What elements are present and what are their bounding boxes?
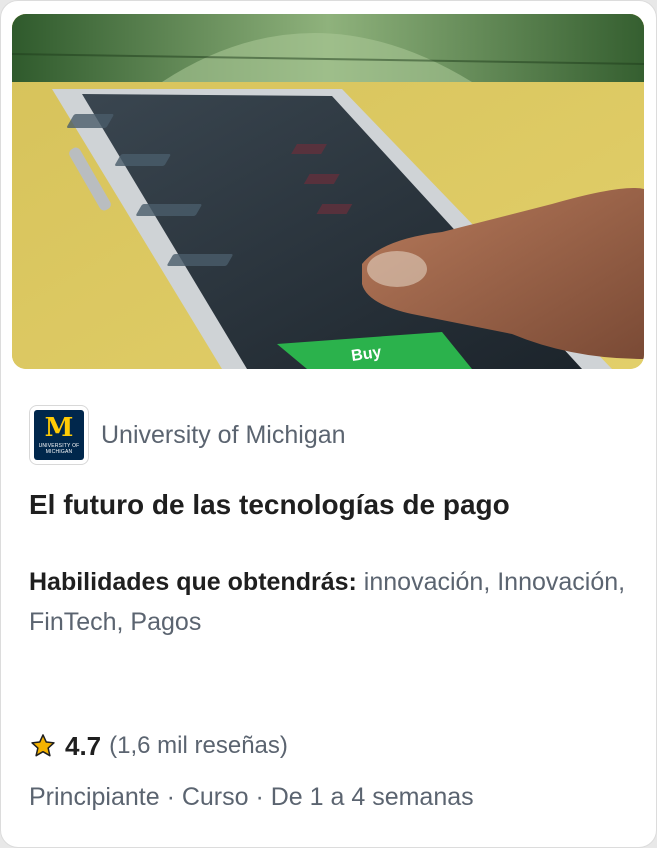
skills-text: Habilidades que obtendrás: innovación, I…	[29, 562, 629, 642]
logo-subtext: UNIVERSITY OF MICHIGAN	[38, 443, 80, 455]
partner-name: University of Michigan	[101, 420, 346, 449]
course-image: Buy	[12, 14, 644, 369]
star-icon	[31, 734, 55, 757]
course-title[interactable]: El futuro de las tecnologías de pago	[29, 487, 639, 523]
course-card[interactable]: Buy M UNIVERSITY OF MICHIGAN University …	[0, 0, 657, 848]
course-meta: Principiante · Curso · De 1 a 4 semanas	[29, 783, 474, 811]
university-of-michigan-logo: M UNIVERSITY OF MICHIGAN	[29, 405, 89, 465]
course-image-illustration: Buy	[12, 14, 644, 369]
review-count: (1,6 mil reseñas)	[109, 732, 288, 759]
rating-row: 4.7 (1,6 mil reseñas)	[29, 728, 288, 764]
partner-row: M UNIVERSITY OF MICHIGAN University of M…	[29, 405, 346, 465]
logo-letter: M	[44, 413, 74, 443]
rating-value: 4.7	[65, 730, 102, 761]
skills-label: Habilidades que obtendrás:	[29, 568, 357, 596]
